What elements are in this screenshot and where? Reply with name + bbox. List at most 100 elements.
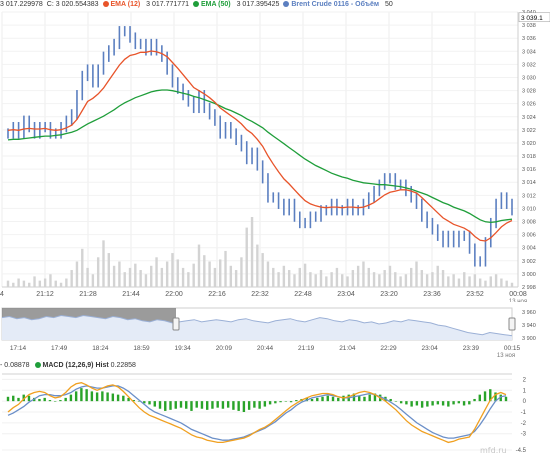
navigator-chart[interactable]: 17:14 17:49 18:24 18:59 19:34 20:09 20:44 21:19… [0, 304, 550, 358]
volume-bar [287, 270, 291, 287]
macd-name: MACD (12,26,9) Hist [42, 362, 109, 369]
macd-hist-bar [368, 394, 371, 402]
macd-hist-bar [326, 395, 329, 402]
volume-bar [107, 253, 110, 287]
volume-bar [319, 270, 323, 287]
macd-hist-bar [268, 401, 272, 405]
volume-bar [43, 278, 47, 287]
ema50-value: 3 017.395425 [236, 1, 280, 8]
navigator-handle-left[interactable] [172, 317, 180, 331]
y-tick-label: 3 018 [522, 154, 536, 160]
volume-bar [510, 282, 514, 287]
volume-bar [250, 217, 254, 287]
macd-chart[interactable]: 2 1 0 -1 -2 -3 -4.5 [0, 358, 550, 456]
y-tick-label: 3 034 [522, 49, 536, 55]
volume-bar [325, 276, 328, 287]
y-tick-label: 3 028 [522, 89, 536, 95]
volume-bar [176, 259, 179, 287]
volume-bar [33, 276, 36, 287]
navigator-x-tick: 21:04 [339, 345, 356, 352]
macd-y-tick: 1 [523, 388, 527, 394]
volume-bar [309, 272, 312, 287]
volume-bar [367, 267, 370, 287]
volume-bar [436, 265, 439, 287]
volume-bar [28, 282, 31, 287]
y-tick-label: 3 022 [522, 128, 536, 134]
navigator-handle-right[interactable] [508, 317, 516, 331]
x-tick-label: 23:52 [466, 291, 484, 298]
volume-bar [224, 250, 227, 287]
volume-bar [245, 227, 248, 287]
macd-hist-bar [53, 401, 57, 402]
macd-hist-bar [64, 397, 67, 402]
ema12-legend[interactable]: EMA (12) [102, 1, 143, 8]
volume-bar [59, 282, 63, 287]
macd-hist-bar [337, 397, 340, 402]
macd-hist-bar [195, 401, 198, 408]
volume-bar [144, 274, 148, 287]
macd-hist-bar [394, 401, 398, 402]
macd-hist-bar [48, 400, 52, 402]
volume-bar [219, 259, 222, 287]
navigator-x-tick: 00:15 [504, 345, 521, 352]
volume-bar [197, 244, 201, 287]
macd-hist-bar [441, 401, 445, 406]
volume-bar [468, 276, 471, 287]
ema50-name: EMA (50) [200, 1, 231, 8]
volume-bar [22, 280, 26, 287]
macd-hist-bar [258, 401, 261, 409]
volume-bar [335, 267, 339, 287]
x-tick-label: 22:16 [208, 291, 226, 298]
y-tick-label: 3 024 [522, 115, 536, 121]
volume-bar [505, 280, 508, 287]
volume-bar [277, 272, 280, 287]
volume-bar [489, 276, 492, 287]
price-chart[interactable]: 4 21:12 21:28 21:44 22:00 22:16 22:32 22:48 23:0… [0, 10, 550, 302]
macd-hist-bar [426, 401, 429, 407]
x-tick-label: 23:04 [337, 291, 355, 298]
volume-bar [112, 265, 116, 287]
series-name: Brent Crude 0116 - Объём [291, 1, 380, 8]
volume-bar [314, 274, 317, 287]
macd-hist-bar [80, 388, 83, 402]
macd-value-2: 0.22858 [110, 362, 136, 369]
volume-bar [266, 261, 270, 287]
volume-bar [457, 278, 461, 287]
macd-hist-bar [101, 391, 104, 402]
navigator-x-tick: 23:39 [463, 345, 480, 352]
macd-dot-icon [34, 362, 41, 368]
macd-hist-bar [185, 401, 188, 409]
macd-hist-bar [12, 395, 15, 402]
macd-y-tick: -3 [521, 432, 527, 438]
y-tick-label: 3 036 [522, 36, 536, 42]
macd-hist-bar [389, 398, 392, 402]
chart-legend: 3 017.229978 C: 3 020.554383 EMA (12) 3 … [0, 0, 550, 10]
macd-hist-bar [310, 398, 314, 402]
macd-hist-bar [43, 397, 46, 402]
x-tick-sublabel: 13 ноя [509, 299, 527, 302]
volume-bar [298, 267, 301, 287]
y-tick-label: 3 032 [522, 62, 536, 68]
volume-bar [452, 274, 455, 287]
volume-bar [181, 267, 185, 287]
volume-bar [203, 255, 206, 287]
volume-bar [484, 280, 487, 287]
x-tick-label: 22:00 [165, 291, 183, 298]
y-tick-label: 2 998 [522, 285, 536, 291]
volume-bar [208, 261, 211, 287]
volume-bar [234, 270, 238, 287]
y-tick-label: 3 038 [522, 23, 536, 29]
x-tick-label: 00:08 [509, 291, 527, 298]
y-tick-label: 3 026 [522, 102, 536, 108]
macd-hist-bar [232, 401, 235, 410]
ema50-legend[interactable]: EMA (50) [192, 1, 233, 8]
macd-hist-bar [237, 401, 240, 411]
series-legend[interactable]: Brent Crude 0116 - Объём [283, 1, 381, 8]
volume-bar [420, 270, 424, 287]
macd-y-tick: -1 [521, 410, 527, 416]
ema12-value: 3 017.771771 [146, 1, 189, 8]
macd-hist-bar [436, 401, 440, 405]
macd-hist-bar [331, 396, 335, 402]
volume-bar [431, 272, 434, 287]
volume-bar [341, 274, 344, 287]
